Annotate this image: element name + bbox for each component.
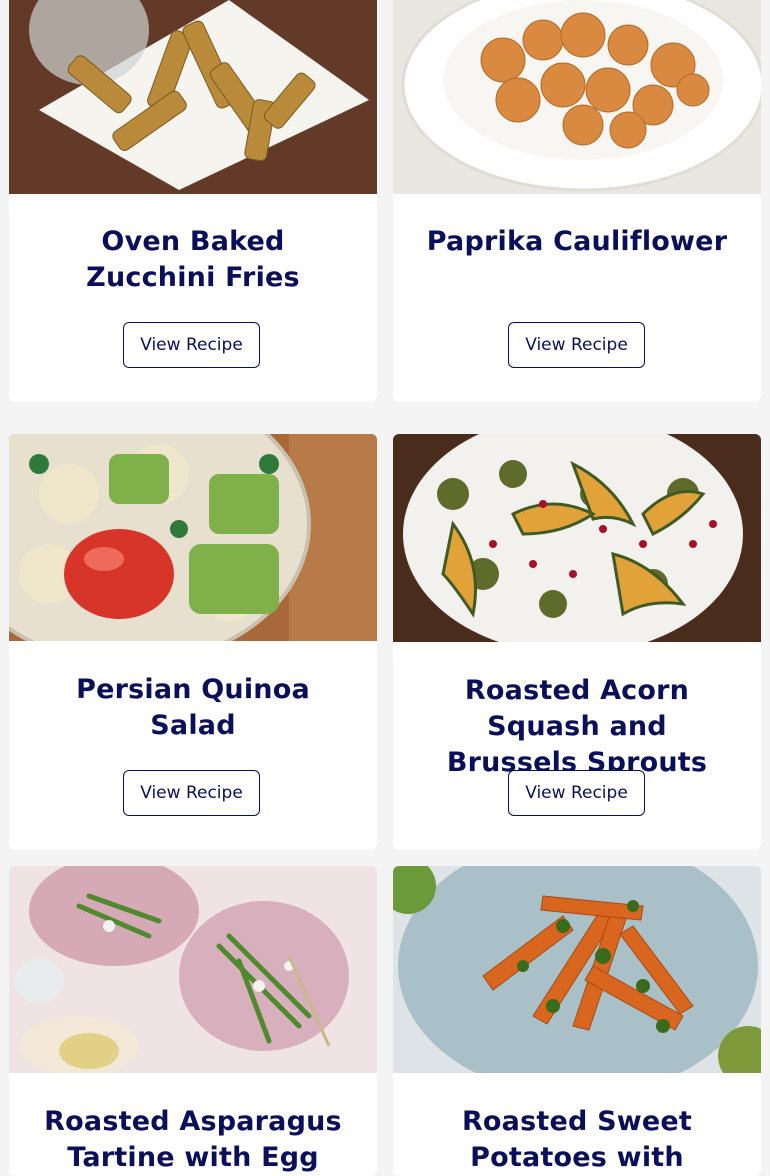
recipe-card: Paprika Cauliflower View Recipe (393, 0, 761, 402)
view-recipe-button[interactable]: View Recipe (123, 770, 260, 816)
recipe-title-text: Roasted Acorn Squash and Brussels Sprout… (446, 675, 708, 778)
recipe-title-text: Oven Baked Zucchini Fries (86, 226, 300, 293)
recipe-title[interactable]: Oven Baked Zucchini Fries (9, 224, 377, 296)
view-recipe-button[interactable]: View Recipe (508, 322, 645, 368)
recipe-title[interactable]: Roasted Asparagus Tartine with Egg (9, 1104, 377, 1176)
paprika-cauliflower-photo[interactable] (393, 0, 761, 194)
zucchini-fries-photo[interactable] (9, 0, 377, 194)
view-recipe-button[interactable]: View Recipe (508, 770, 645, 816)
asparagus-tartine-photo[interactable] (9, 866, 377, 1073)
quinoa-salad-photo[interactable] (9, 434, 377, 641)
recipe-title[interactable]: Roasted Acorn Squash and Brussels Sprout… (393, 673, 761, 781)
recipe-title-text: Paprika Cauliflower (426, 226, 728, 257)
recipe-card: Roasted Acorn Squash and Brussels Sprout… (393, 434, 761, 850)
recipe-card: Persian Quinoa Salad View Recipe (9, 434, 377, 850)
recipe-title-text: Roasted Sweet Potatoes with Cilantro (461, 1106, 693, 1173)
recipe-card: Oven Baked Zucchini Fries View Recipe (9, 0, 377, 402)
recipe-title[interactable]: Persian Quinoa Salad (9, 672, 377, 744)
recipe-title-text: Roasted Asparagus Tartine with Egg (44, 1106, 342, 1173)
recipe-title[interactable]: Paprika Cauliflower (393, 224, 761, 260)
recipe-title-text: Persian Quinoa Salad (76, 674, 310, 741)
recipe-card: Roasted Sweet Potatoes with Cilantro (393, 866, 761, 1176)
recipe-card: Roasted Asparagus Tartine with Egg (9, 866, 377, 1176)
sweet-potatoes-photo[interactable] (393, 866, 761, 1073)
recipe-title[interactable]: Roasted Sweet Potatoes with Cilantro (393, 1104, 761, 1176)
view-recipe-button[interactable]: View Recipe (123, 322, 260, 368)
acorn-squash-photo[interactable] (393, 434, 761, 642)
